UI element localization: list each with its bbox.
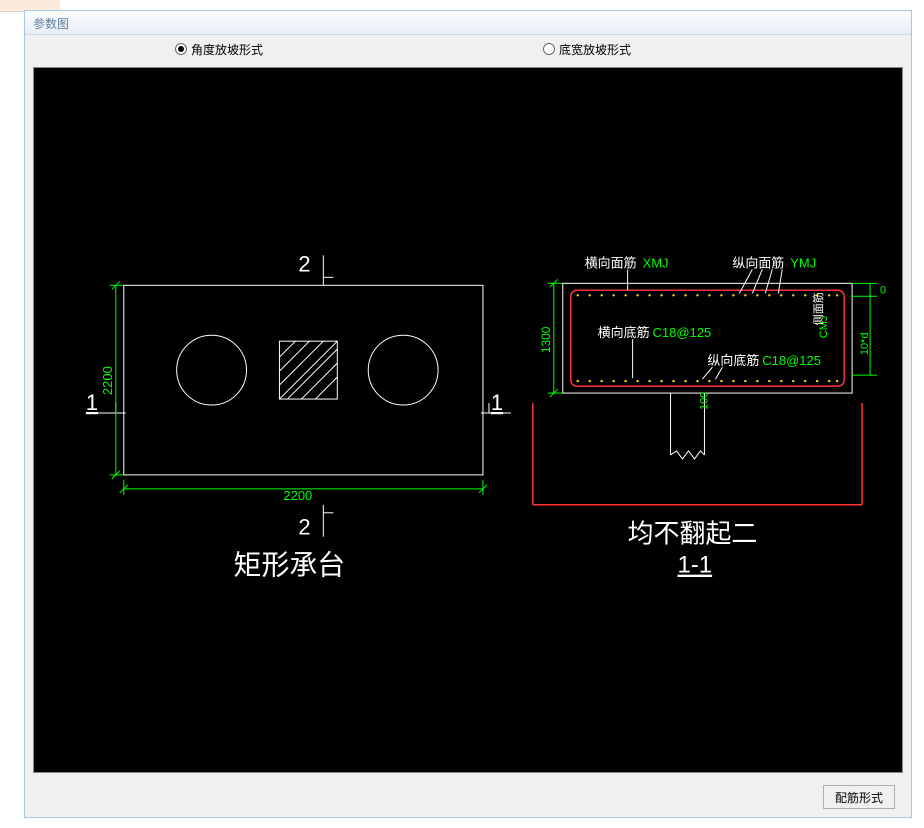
dim-1300-value: 1300	[539, 326, 553, 353]
dim-width-value: 2200	[283, 488, 312, 503]
left-plan-view: 2 2 1 1	[86, 251, 511, 580]
red-outer-bracket	[533, 403, 862, 505]
svg-text:YMJ: YMJ	[790, 255, 816, 270]
svg-text:纵向面筋: 纵向面筋	[732, 255, 784, 270]
right-section-view: 横向面筋 XMJ 纵向面筋 YMJ 横向底筋 C18@125	[533, 255, 886, 578]
hatch-pattern	[279, 341, 337, 399]
label-zxdj: 纵向底筋 C18@125	[702, 353, 820, 379]
svg-text:C18@125: C18@125	[653, 325, 712, 340]
radio-angle-slope[interactable]: 角度放坡形式	[175, 41, 263, 58]
svg-text:纵向底筋: 纵向底筋	[707, 353, 759, 368]
dim-100: 100	[698, 392, 710, 410]
radio-width-slope[interactable]: 底宽放坡形式	[543, 41, 631, 58]
pile-right	[368, 335, 438, 405]
label-hxmj: 横向面筋 XMJ	[585, 255, 669, 290]
dim-right	[852, 283, 877, 375]
svg-text:2: 2	[298, 515, 310, 540]
title-text: 参数图	[33, 17, 69, 31]
svg-text:横向底筋: 横向底筋	[598, 325, 650, 340]
parameter-dialog: 参数图 角度放坡形式 底宽放坡形式	[24, 10, 912, 818]
radio-label: 角度放坡形式	[191, 41, 263, 58]
svg-text:2: 2	[298, 251, 310, 276]
label-hxdj: 横向底筋 C18@125	[598, 325, 711, 378]
dim-height-value: 2200	[100, 366, 115, 395]
radio-group: 角度放坡形式 底宽放坡形式	[25, 35, 911, 63]
label-zxmj: 纵向面筋 YMJ	[732, 255, 816, 293]
bottom-bar: 配筋形式	[25, 777, 911, 817]
label-cmj: CMJ 侧面筋	[811, 292, 830, 338]
background-grid	[0, 0, 24, 828]
svg-text:XMJ: XMJ	[643, 255, 669, 270]
dim-0: 0	[880, 284, 886, 296]
svg-text:1: 1	[491, 390, 503, 415]
svg-text:横向面筋: 横向面筋	[585, 255, 637, 270]
right-title-2: 1-1	[678, 552, 713, 579]
radio-circle-icon	[175, 43, 187, 55]
button-label: 配筋形式	[835, 791, 883, 805]
right-title-1: 均不翻起二	[628, 520, 758, 549]
dim-10d: 10*d	[859, 333, 871, 356]
radio-circle-icon	[543, 43, 555, 55]
section-mark-2-top: 2	[298, 251, 333, 285]
section-mark-2-bottom: 2	[298, 505, 333, 540]
svg-text:C18@125: C18@125	[762, 353, 821, 368]
drawing-canvas: 2 2 1 1	[33, 67, 903, 773]
section-mark-1-right: 1	[481, 390, 511, 415]
svg-text:1: 1	[86, 390, 98, 415]
left-title: 矩形承台	[234, 550, 346, 581]
dialog-title: 参数图	[25, 11, 911, 35]
radio-label: 底宽放坡形式	[559, 41, 631, 58]
cad-drawing: 2 2 1 1	[34, 68, 902, 772]
pile-left	[177, 335, 247, 405]
rebar-form-button[interactable]: 配筋形式	[823, 785, 895, 809]
svg-text:侧面筋: 侧面筋	[811, 292, 825, 325]
